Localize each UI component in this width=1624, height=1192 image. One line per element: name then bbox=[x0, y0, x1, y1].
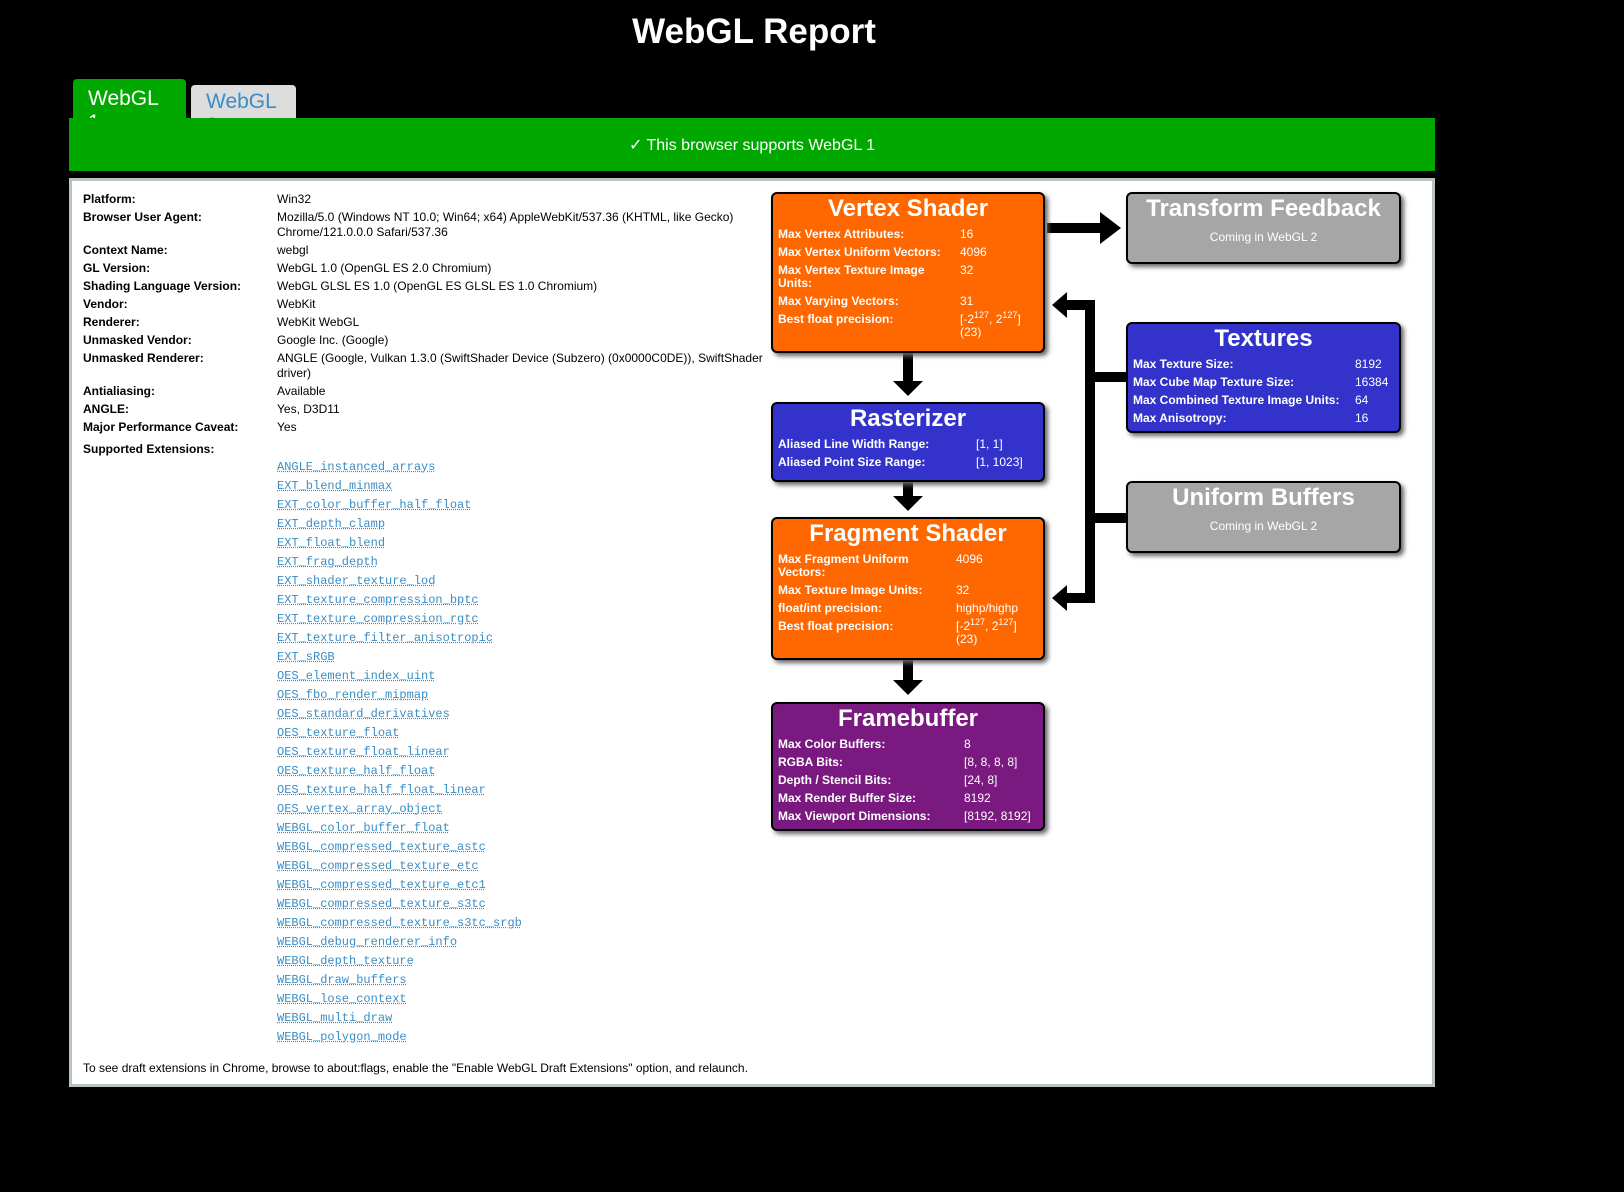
uniform-buffers-to-bus bbox=[1085, 513, 1128, 523]
framebuffer-box: Framebuffer Max Color Buffers: 8 RGBA Bit… bbox=[771, 702, 1045, 831]
stat-label: Max Vertex Attributes: bbox=[778, 227, 905, 241]
stat-value: 4096 bbox=[960, 245, 987, 259]
transform-feedback-title: Transform Feedback bbox=[1146, 195, 1381, 222]
arrow-head bbox=[1052, 292, 1067, 318]
stat-value: highp/highp bbox=[956, 601, 1019, 615]
stat-value: [8192, 8192] bbox=[964, 809, 1031, 823]
float-precision-value: [-2127, 2127] (23) bbox=[956, 617, 1017, 646]
stat-label: Max Texture Size: bbox=[1133, 357, 1234, 371]
float-precision-value: [-2127, 2127] (23) bbox=[960, 310, 1021, 339]
coming-soon-note: Coming in WebGL 2 bbox=[1209, 230, 1318, 244]
fragment-shader-title: Fragment Shader bbox=[809, 520, 1007, 547]
bus-to-fragment bbox=[1064, 593, 1095, 603]
stat-label: Aliased Line Width Range: bbox=[778, 437, 930, 451]
arrow-head bbox=[893, 680, 923, 695]
stat-label: RGBA Bits: bbox=[778, 755, 843, 769]
rasterizer-box: Rasterizer Aliased Line Width Range: [1, … bbox=[771, 402, 1045, 482]
arrow-head bbox=[1100, 212, 1121, 244]
arrow-head bbox=[893, 381, 923, 396]
stat-value: 8192 bbox=[1355, 357, 1382, 371]
arrow-vertex-to-rasterizer bbox=[903, 352, 913, 381]
stat-value: [8, 8, 8, 8] bbox=[964, 755, 1018, 769]
stat-label: Max Anisotropy: bbox=[1133, 411, 1227, 425]
stat-label: Max Viewport Dimensions: bbox=[778, 809, 931, 823]
stat-label: Best float precision: bbox=[778, 619, 894, 633]
textures-to-bus bbox=[1085, 372, 1128, 382]
stat-value: 32 bbox=[960, 263, 974, 277]
stat-value: 31 bbox=[960, 294, 974, 308]
textures-box: Textures Max Texture Size: 8192 Max Cube … bbox=[1126, 322, 1401, 433]
stat-value: [1, 1] bbox=[976, 437, 1003, 451]
stat-value: 16 bbox=[1355, 411, 1369, 425]
coming-soon-note: Coming in WebGL 2 bbox=[1209, 519, 1318, 533]
arrow-fragment-to-framebuffer bbox=[903, 660, 913, 681]
stat-value: [1, 1023] bbox=[976, 455, 1023, 469]
stat-label: Max Varying Vectors: bbox=[778, 294, 899, 308]
uniform-buffers-box: Uniform Buffers Coming in WebGL 2 bbox=[1126, 481, 1401, 553]
stat-label: Aliased Point Size Range: bbox=[778, 455, 926, 469]
stat-value: 8 bbox=[964, 737, 971, 751]
stat-label: Max Texture Image Units: bbox=[778, 583, 923, 597]
vertex-shader-title: Vertex Shader bbox=[827, 195, 989, 222]
fragment-shader-box: Fragment Shader Max Fragment Uniform Vec… bbox=[771, 517, 1045, 660]
stat-label: Max Combined Texture Image Units: bbox=[1133, 393, 1340, 407]
uniform-buffers-title: Uniform Buffers bbox=[1172, 484, 1355, 511]
arrow-head bbox=[893, 496, 923, 511]
transform-feedback-box: Transform Feedback Coming in WebGL 2 bbox=[1126, 192, 1401, 264]
stat-value: [24, 8] bbox=[964, 773, 998, 787]
framebuffer-title: Framebuffer bbox=[837, 705, 979, 732]
vertex-shader-box: Vertex Shader Max Vertex Attributes: 16 M… bbox=[771, 192, 1045, 353]
stat-label: Max Fragment Uniform Vectors: bbox=[778, 552, 909, 579]
textures-title: Textures bbox=[1214, 325, 1313, 352]
stat-value: 64 bbox=[1355, 393, 1369, 407]
stat-label: Best float precision: bbox=[778, 312, 894, 326]
arrow-head bbox=[1052, 585, 1067, 611]
stat-label: Depth / Stencil Bits: bbox=[778, 773, 892, 787]
arrow-vertex-to-transform-feedback bbox=[1047, 223, 1101, 233]
stat-label: Max Vertex Uniform Vectors: bbox=[778, 245, 941, 259]
stat-label: Max Color Buffers: bbox=[778, 737, 886, 751]
arrow-rasterizer-to-fragment bbox=[903, 482, 913, 497]
stat-label: Max Vertex Texture Image Units: bbox=[778, 263, 925, 290]
bus-to-vertex bbox=[1064, 300, 1095, 310]
rasterizer-title: Rasterizer bbox=[849, 405, 967, 432]
stat-label: Max Cube Map Texture Size: bbox=[1133, 375, 1295, 389]
stat-value: 32 bbox=[956, 583, 970, 597]
stat-value: 4096 bbox=[956, 552, 983, 566]
stat-value: 16 bbox=[960, 227, 974, 241]
stat-value: 8192 bbox=[964, 791, 991, 805]
stat-label: float/int precision: bbox=[778, 601, 883, 615]
stat-value: 16384 bbox=[1355, 375, 1389, 389]
resource-bus bbox=[1085, 300, 1095, 603]
stat-label: Max Render Buffer Size: bbox=[778, 791, 917, 805]
